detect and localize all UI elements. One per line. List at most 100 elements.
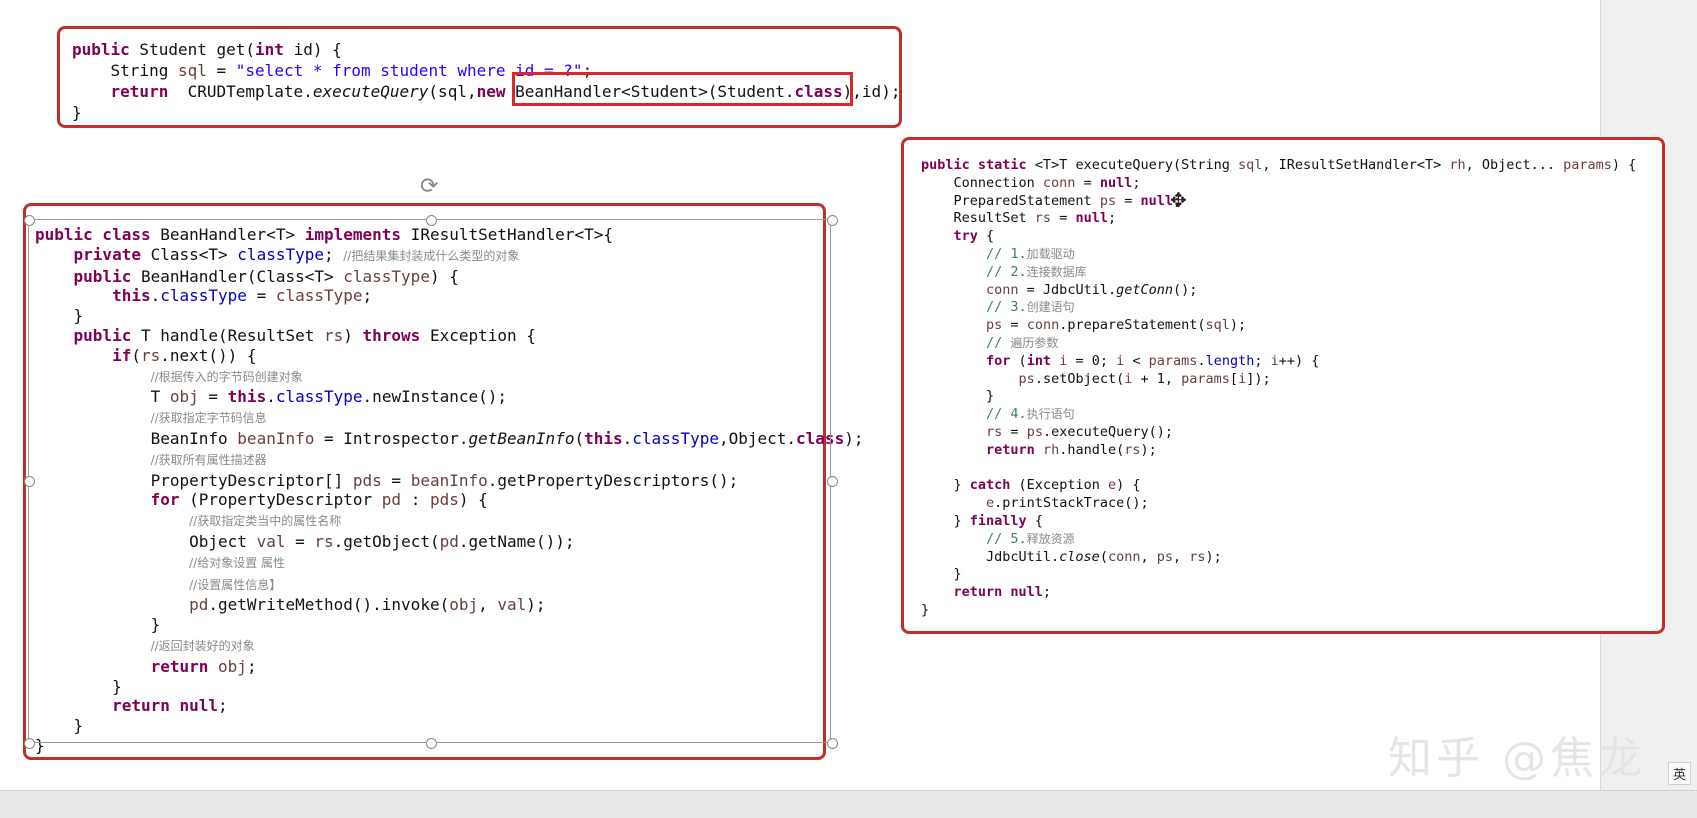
code-token: ps (1099, 192, 1117, 209)
code-token: } (921, 388, 995, 405)
code-token: ps (1156, 548, 1173, 565)
execute-query-box: public static <T>T executeQuery(String s… (901, 137, 1665, 634)
code-token: int (255, 40, 284, 59)
code-token: rs (1124, 441, 1141, 458)
code-token: ); (844, 428, 864, 448)
resize-handle-nw[interactable] (24, 215, 35, 226)
code-token: = (206, 61, 236, 80)
code-token: <T>T executeQuery(String (1026, 157, 1238, 173)
selection-frame[interactable] (28, 219, 831, 743)
resize-handle-sw[interactable] (24, 738, 35, 749)
code-token: close (1059, 548, 1100, 565)
code-line: JdbcUtil.close(conn, ps, rs); (921, 549, 1636, 567)
code-token: (Exception (1010, 477, 1108, 494)
code-line: // 5.释放资源 (921, 531, 1636, 549)
code-line: try { (921, 228, 1636, 246)
code-token: [ (1229, 370, 1239, 387)
resize-handle-se[interactable] (827, 738, 838, 749)
code-line: } (921, 566, 1636, 584)
code-line: for (int i = 0; i < params.length; i++) … (921, 353, 1636, 371)
resize-handle-w[interactable] (24, 476, 35, 487)
code-token: , (1140, 548, 1157, 565)
code-token: null (1075, 210, 1108, 227)
code-token: } (72, 103, 82, 122)
resize-handle-ne[interactable] (827, 215, 838, 226)
resize-handle-s[interactable] (426, 738, 437, 749)
move-cursor-icon: ✥ (1170, 188, 1187, 212)
code-token: return (986, 441, 1035, 458)
code-token: int (1026, 352, 1052, 369)
code-token: conn (1042, 174, 1076, 191)
code-token: new (476, 82, 506, 101)
code-token: PreparedStatement (921, 192, 1100, 209)
code-line: } (921, 602, 1636, 620)
code-token: , IResultSetHandler<T> (1262, 157, 1450, 173)
code-token: , (1173, 548, 1190, 565)
code-token: ) { (1611, 157, 1637, 173)
code-token: = (1002, 423, 1027, 440)
code-token: null (1099, 174, 1133, 191)
code-token: ResultSet (921, 210, 1035, 227)
resize-handle-e[interactable] (827, 476, 838, 487)
code-token: .printStackTrace(); (994, 495, 1149, 512)
code-token: finally (969, 512, 1027, 529)
code-token: // 2. (986, 263, 1027, 280)
code-line: } finally { (921, 513, 1636, 531)
code-token: return null (953, 584, 1043, 601)
code-token: = 0; (1067, 352, 1117, 369)
code-token: // 1. (986, 245, 1027, 262)
code-token: 加载驱动 (1026, 246, 1075, 261)
code-line: conn = JdbcUtil.getConn(); (921, 282, 1636, 300)
code-token: Connection (921, 174, 1043, 191)
code-token: sql (1205, 317, 1230, 334)
code-token: .setObject( (1034, 370, 1125, 387)
code-token: = JdbcUtil. (1018, 281, 1117, 298)
code-token: // 3. (986, 299, 1027, 316)
code-token: { (977, 228, 995, 245)
code-token: . (1197, 352, 1206, 369)
code-token: i (1238, 370, 1247, 387)
code-token: // 5. (986, 530, 1027, 547)
code-token: .handle( (1059, 441, 1125, 458)
code-token: Student get( (129, 40, 256, 59)
code-line: return rh.handle(rs); (921, 442, 1636, 460)
code-token: ; (1107, 210, 1117, 227)
code-token: // 4. (986, 406, 1027, 423)
beanhandler-highlight-box (512, 72, 853, 106)
code-token: ; (1132, 174, 1141, 191)
code-token: (); (1173, 281, 1198, 298)
code-token: try (953, 228, 978, 245)
code-token: rs (1189, 548, 1206, 565)
code-token: { (1026, 512, 1043, 529)
rotate-handle-icon[interactable]: ⟳ (420, 174, 438, 199)
code-token: } (921, 512, 970, 529)
code-line: // 1.加载驱动 (921, 246, 1636, 264)
resize-handle-n[interactable] (426, 215, 437, 226)
code-token: , Object... (1465, 157, 1564, 173)
code-token: 遍历参数 (1010, 335, 1059, 350)
ime-indicator[interactable]: 英 (1667, 762, 1691, 785)
code-token: + 1, (1132, 370, 1182, 387)
code-token: return (110, 82, 169, 101)
code-token: CRUDTemplate. (168, 82, 313, 101)
watermark: 知乎 @焦龙 (1388, 733, 1646, 784)
code-token: rh (1449, 157, 1466, 173)
code-token: ps (1018, 370, 1035, 387)
code-line: ResultSet rs = null; (921, 210, 1636, 228)
code-token: ]); (1246, 370, 1271, 387)
code-line: // 2.连接数据库 (921, 264, 1636, 282)
code-token: ps (986, 317, 1003, 334)
code-token: e (986, 495, 995, 512)
code-token: conn (986, 281, 1019, 298)
code-token: length (1205, 352, 1255, 369)
